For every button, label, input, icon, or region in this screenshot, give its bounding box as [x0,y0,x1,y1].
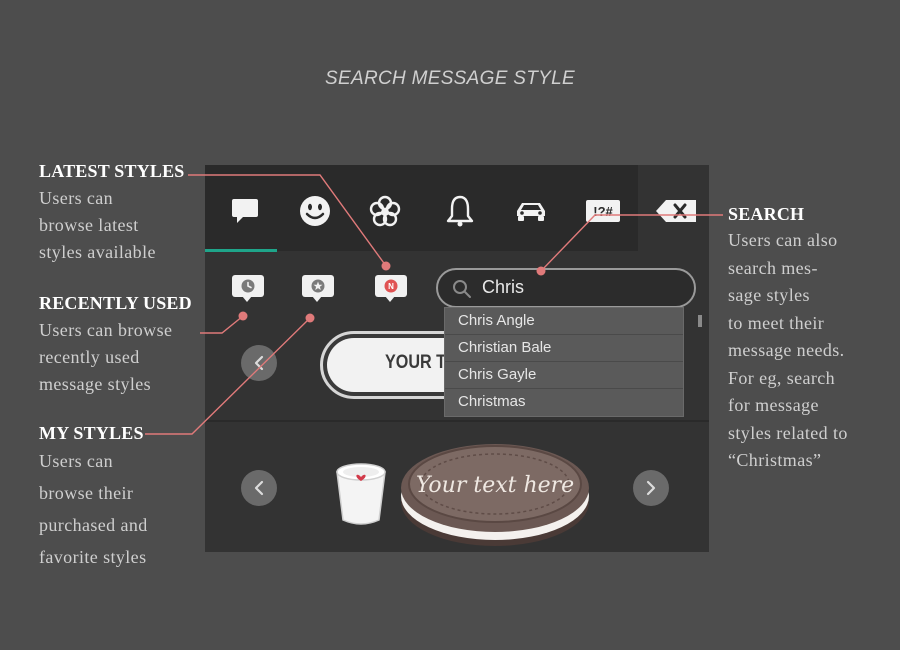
annotation-heading: MY STYLES [39,423,144,443]
annotation-heading: RECENTLY USED [39,293,192,313]
annotation-line: Users can browse [39,320,173,340]
milk-cup-sticker[interactable] [329,458,393,528]
message-icon[interactable] [225,193,265,229]
flower-icon[interactable] [365,193,405,229]
message-style-keyboard: !?# N Chris YOUR T Chris Angle Christian… [205,165,709,552]
annotation-heading: SEARCH [728,204,805,224]
annotation-line: For eg, search [728,367,836,388]
annotation-body: Users can browse their purchased and fav… [39,445,148,573]
annotation-line: styles available [39,242,156,262]
chevron-right-icon [646,480,656,496]
annotation-body: Users can browse latest styles available [39,185,185,266]
category-bar [205,165,638,251]
annotation-line: message needs. [728,340,845,360]
annotation-line: Users can [39,188,114,208]
previous-button[interactable] [241,470,277,506]
active-tab-indicator [205,249,277,252]
new-badge: N [388,282,394,291]
annotation-line: styles related to [728,422,848,443]
annotation-recently-used: RECENTLY USED Users can browse recently … [39,293,192,398]
annotation-latest-styles: LATEST STYLES Users can browse latest st… [39,161,185,266]
next-button[interactable] [633,470,669,506]
cookie-sticker[interactable]: Your text here [395,432,595,550]
symbols-label: !?# [593,204,613,219]
recent-icon[interactable] [232,275,266,307]
sticker-text: YOUR T [385,352,447,373]
suggestion-item[interactable]: Christmas [445,389,683,416]
previous-button[interactable] [241,345,277,381]
annotation-body: Users can also search mes- sage styles t… [728,227,848,475]
smiley-icon[interactable] [295,193,335,229]
suggestion-item[interactable]: Chris Gayle [445,362,683,389]
annotation-line: purchased and [39,515,148,535]
suggestions-scrollbar[interactable] [698,315,702,327]
new-icon[interactable]: N [375,275,409,307]
annotation-line: recently used [39,347,140,367]
annotation-line: browse latest [39,215,139,235]
annotation-line: Users can [39,451,114,471]
annotation-body: Users can browse recently used message s… [39,317,192,398]
annotation-line: “Christmas” [728,450,822,470]
favorite-icon[interactable] [302,275,336,307]
annotation-line: sage styles [728,285,810,305]
style-carousel: Your text here [205,422,709,552]
annotation-line: favorite styles [39,547,147,567]
annotation-line: message styles [39,374,152,394]
suggestion-item[interactable]: Christian Bale [445,335,683,362]
backspace-icon[interactable] [653,193,699,229]
search-icon [453,280,471,298]
cookie-text: Your text here [416,473,574,498]
car-icon[interactable] [511,193,551,229]
suggestion-item[interactable]: Chris Angle [445,308,683,335]
annotation-line: to meet their [728,312,825,333]
annotation-heading: LATEST STYLES [39,161,185,181]
search-value: Chris [482,277,525,297]
symbols-icon[interactable]: !?# [583,193,623,229]
search-input[interactable]: Chris [436,268,696,308]
page-title: SEARCH MESSAGE STYLE [325,68,575,89]
chevron-left-icon [254,480,264,496]
chevron-left-icon [254,355,264,371]
bell-icon[interactable] [440,193,480,229]
annotation-my-styles: MY STYLES Users can browse their purchas… [39,423,148,573]
annotation-line: search mes- [728,257,818,278]
annotation-line: Users can also [728,230,838,250]
annotation-line: browse their [39,483,134,503]
annotation-search: SEARCH Users can also search mes- sage s… [728,204,848,475]
annotation-line: for message [728,395,819,415]
search-suggestions: Chris Angle Christian Bale Chris Gayle C… [444,307,684,417]
